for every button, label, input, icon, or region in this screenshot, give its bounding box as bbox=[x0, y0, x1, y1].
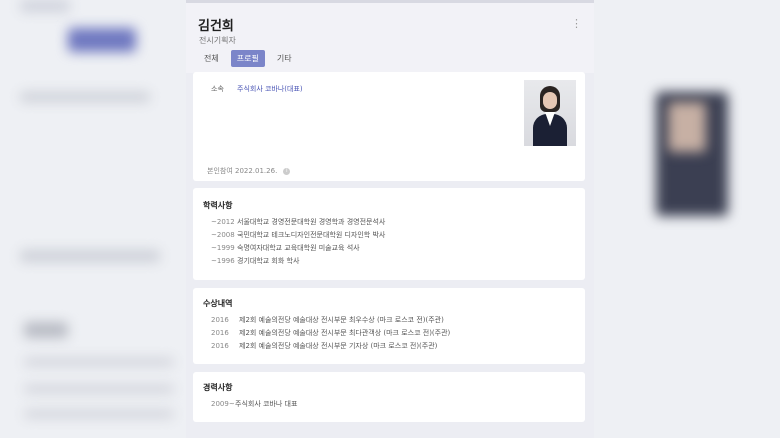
info-icon[interactable]: i bbox=[283, 167, 291, 175]
education-list: ~2012 서울대학교 경영전문대학원 경영학과 경영전문석사 ~2008 국민대학… bbox=[211, 216, 385, 268]
awards-title: 수상내역 bbox=[203, 299, 233, 308]
tab-profile[interactable]: 프로필 bbox=[230, 50, 265, 67]
verification-date: 본인참여 2022.01.26. bbox=[207, 167, 278, 175]
awards-list: 2016 제2회 예술의전당 예술대상 전시부문 최우수상 (마크 로스코 전)(… bbox=[211, 314, 450, 353]
career-title: 경력사항 bbox=[203, 383, 233, 392]
career-card: 경력사항 2009~주식회사 코바나 대표 bbox=[193, 372, 585, 422]
background-right-blur bbox=[594, 0, 780, 438]
awards-card: 수상내역 2016 제2회 예술의전당 예술대상 전시부문 최우수상 (마크 로스… bbox=[193, 288, 585, 364]
education-title: 학력사항 bbox=[203, 201, 233, 210]
list-item: ~2008 국민대학교 테크노디자인전문대학원 디자인학 박사 bbox=[211, 231, 386, 239]
affiliation-label: 소속 bbox=[211, 85, 224, 93]
person-name: 김건희 bbox=[198, 19, 234, 34]
affiliation-link[interactable]: 주식회사 코바나(대표) bbox=[237, 84, 303, 94]
background-left-blur bbox=[0, 0, 186, 438]
career-list: 2009~주식회사 코바나 대표 bbox=[211, 398, 297, 411]
education-card: 학력사항 ~2012 서울대학교 경영전문대학원 경영학과 경영전문석사 ~200… bbox=[193, 188, 585, 280]
profile-panel: 김건희 전시기획자 ⋮ 전체 프로필 기타 소속 주식회사 코바나(대표) 본인… bbox=[186, 0, 594, 438]
more-options-icon[interactable]: ⋮ bbox=[571, 17, 582, 30]
list-item: ~2012 서울대학교 경영전문대학원 경영학과 경영전문석사 bbox=[211, 218, 386, 226]
list-item: 2016 제2회 예술의전당 예술대상 전시부문 최우수상 (마크 로스코 전)(… bbox=[211, 316, 444, 324]
list-item: ~1996 경기대학교 회화 학사 bbox=[211, 257, 300, 265]
profile-header: 김건희 전시기획자 ⋮ 전체 프로필 기타 bbox=[186, 0, 594, 73]
verification-row: 본인참여 2022.01.26. i bbox=[207, 166, 291, 176]
profile-photo[interactable] bbox=[524, 80, 576, 146]
person-occupation: 전시기획자 bbox=[199, 36, 236, 45]
list-item: 2016 제2회 예술의전당 예술대상 전시부문 기자상 (마크 로스코 전)(주… bbox=[211, 342, 438, 350]
profile-tabs: 전체 프로필 기타 bbox=[198, 50, 298, 67]
list-item: ~1999 숙명여자대학교 교육대학원 미술교육 석사 bbox=[211, 244, 360, 252]
tab-etc[interactable]: 기타 bbox=[271, 50, 298, 67]
list-item: 2009~주식회사 코바나 대표 bbox=[211, 400, 298, 408]
profile-info-card: 소속 주식회사 코바나(대표) 본인참여 2022.01.26. i bbox=[193, 72, 585, 181]
list-item: 2016 제2회 예술의전당 예술대상 전시부문 최다관객상 (마크 로스코 전)… bbox=[211, 329, 451, 337]
tab-all[interactable]: 전체 bbox=[198, 50, 225, 67]
